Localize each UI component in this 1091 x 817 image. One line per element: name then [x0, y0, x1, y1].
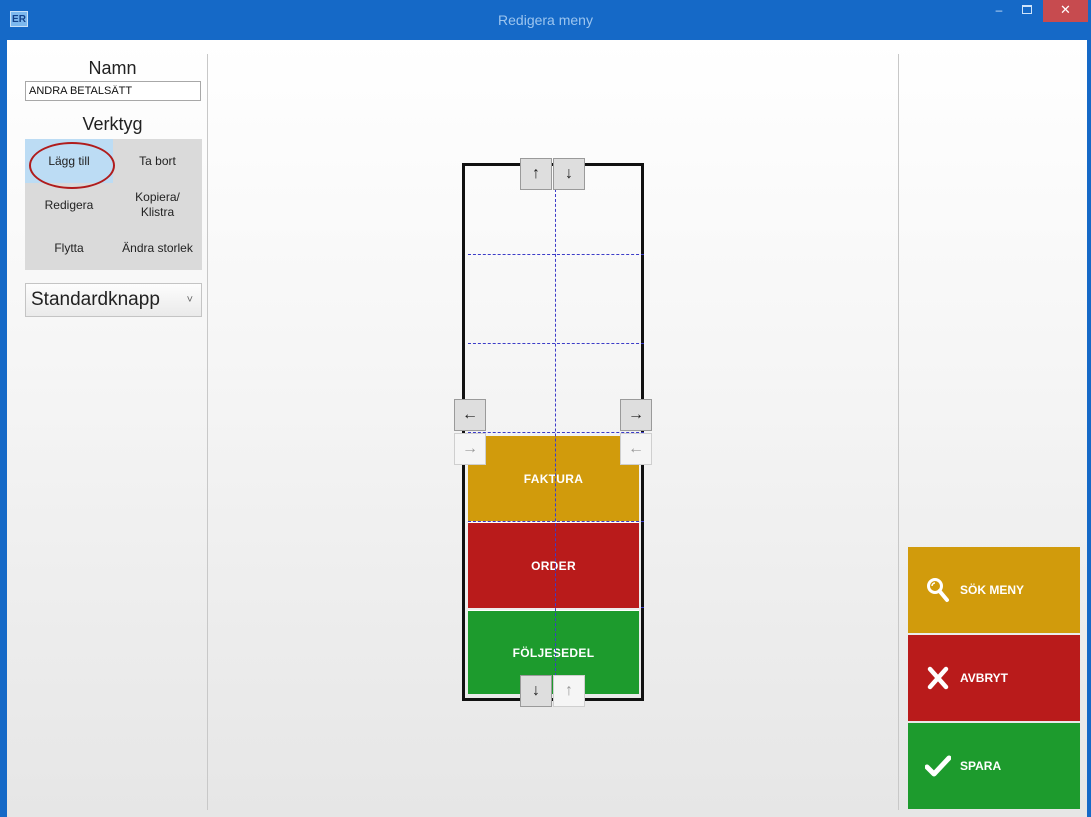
button-type-select[interactable]: Standardknapp ˅ — [25, 283, 202, 317]
add-tool-label: Lägg till — [48, 153, 90, 168]
right-expand-arrow-icon[interactable]: → — [620, 399, 652, 431]
top-expand-up-arrow-icon[interactable]: ↑ — [520, 158, 552, 190]
minimize-button[interactable]: – — [986, 0, 1012, 22]
button-type-value: Standardknapp — [31, 289, 160, 310]
grid-line — [555, 169, 556, 701]
maximize-icon — [1022, 5, 1032, 14]
menu-item-order[interactable]: ORDER — [468, 522, 639, 608]
window-title: Redigera meny — [498, 12, 593, 28]
save-button[interactable]: SPARA — [908, 723, 1080, 809]
menu-item-faktura[interactable]: FAKTURA — [468, 436, 639, 521]
search-icon — [916, 577, 960, 603]
grid-line — [468, 432, 644, 433]
top-shrink-down-arrow-icon[interactable]: ↓ — [553, 158, 585, 190]
name-input[interactable] — [25, 81, 201, 101]
move-tool-button[interactable]: Flytta — [25, 227, 113, 270]
right-divider — [898, 54, 899, 810]
maximize-button[interactable] — [1014, 0, 1040, 22]
tools-panel: Lägg till Ta bort Redigera Kopiera/ Klis… — [25, 139, 202, 270]
chevron-down-icon: ˅ — [186, 294, 193, 306]
search-menu-label: SÖK MENY — [960, 583, 1025, 597]
copy-paste-tool-button[interactable]: Kopiera/ Klistra — [113, 183, 202, 227]
title-bar: Redigera meny ER – ✕ — [0, 0, 1091, 40]
client-area: Namn Verktyg Lägg till Ta bort Redigera … — [7, 40, 1087, 817]
left-divider — [207, 54, 208, 810]
bottom-expand-down-arrow-icon[interactable]: ↓ — [520, 675, 552, 707]
close-button[interactable]: ✕ — [1043, 0, 1088, 22]
checkmark-icon — [916, 755, 960, 777]
save-label: SPARA — [960, 759, 1002, 773]
bottom-shrink-up-arrow-icon[interactable]: ↑ — [553, 675, 585, 707]
add-tool-button[interactable]: Lägg till — [25, 139, 113, 183]
right-shrink-arrow-icon[interactable]: ← — [620, 433, 652, 465]
cancel-label: AVBRYT — [960, 671, 1008, 685]
app-icon: ER — [10, 11, 28, 27]
left-shrink-arrow-icon[interactable]: → — [454, 433, 486, 465]
edit-tool-button[interactable]: Redigera — [25, 183, 113, 227]
name-label: Namn — [88, 58, 137, 78]
x-icon — [916, 666, 960, 690]
left-expand-arrow-icon[interactable]: ← — [454, 399, 486, 431]
resize-tool-button[interactable]: Ändra storlek — [113, 227, 202, 270]
remove-tool-button[interactable]: Ta bort — [113, 139, 202, 183]
grid-line — [468, 343, 644, 344]
search-menu-button[interactable]: SÖK MENY — [908, 547, 1080, 633]
tools-label: Verktyg — [82, 114, 143, 134]
grid-line — [468, 254, 644, 255]
menu-layout-frame: FAKTURA ORDER FÖLJESEDEL — [462, 163, 644, 701]
cancel-button[interactable]: AVBRYT — [908, 635, 1080, 721]
